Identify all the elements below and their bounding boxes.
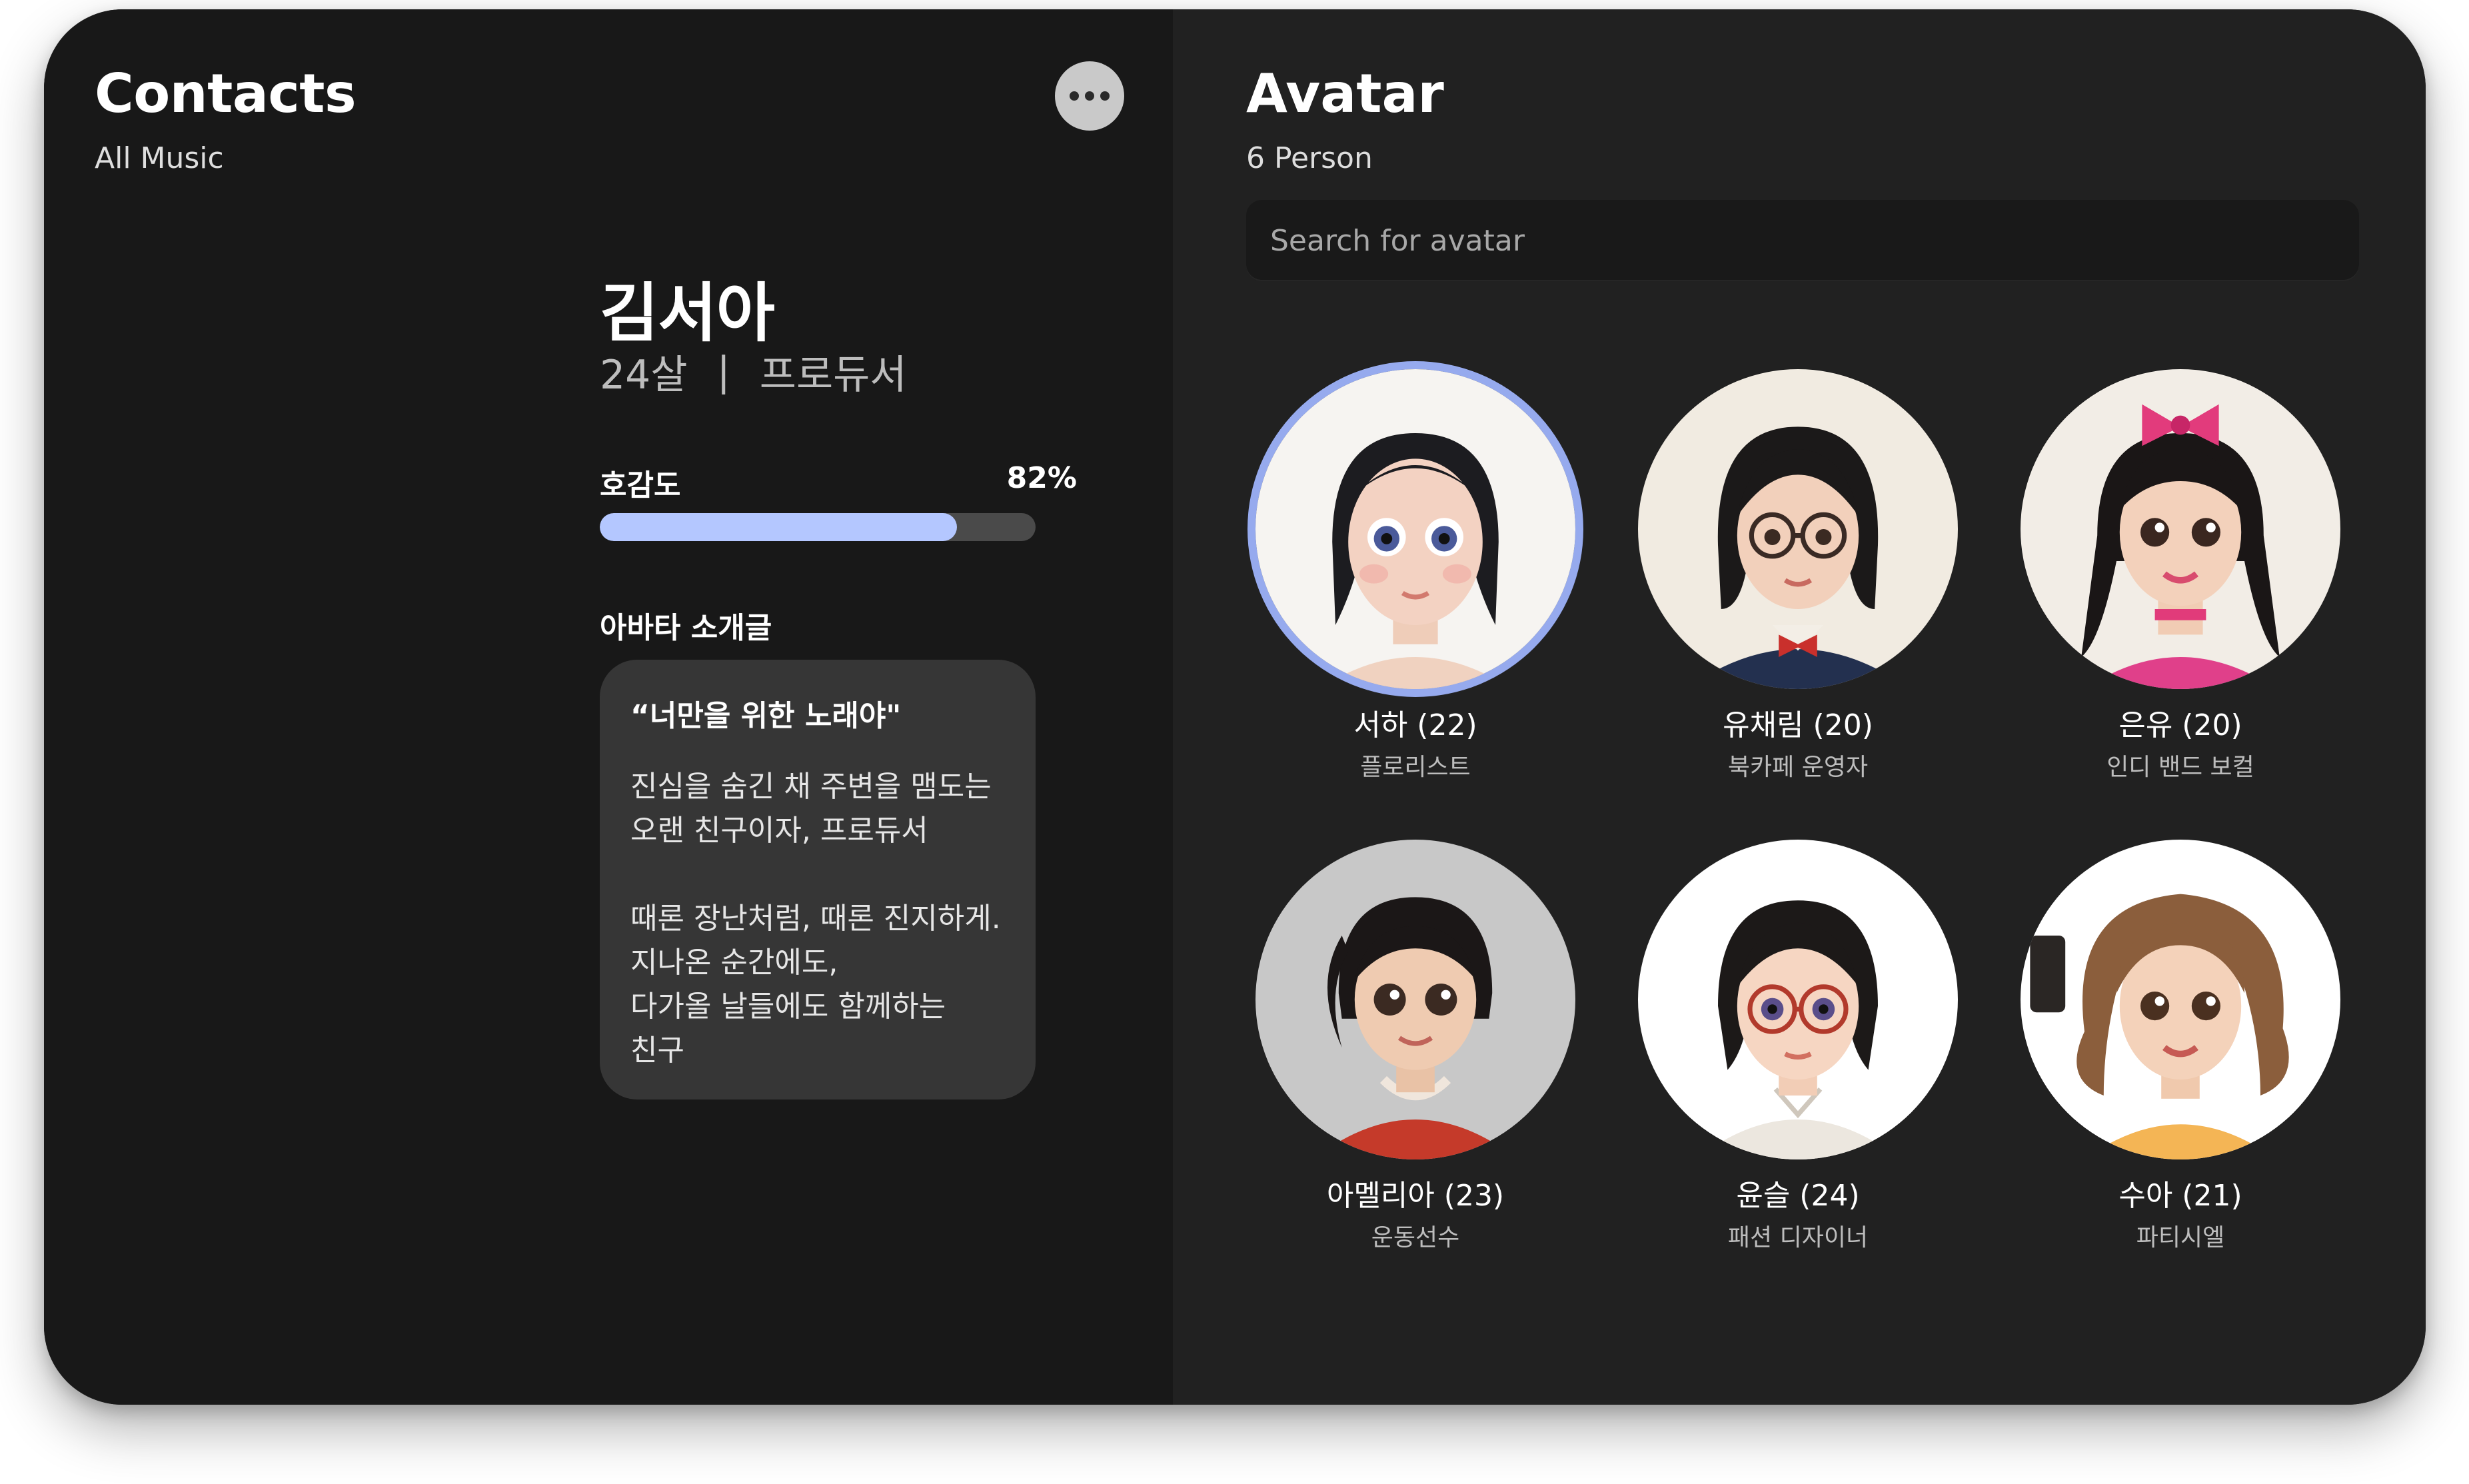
affinity-progress-fill: [600, 513, 958, 541]
avatar-search-box: [1246, 200, 2359, 281]
intro-line: 진심을 숨긴 채 주변을 맴도는: [630, 770, 992, 804]
intro-quote: “너만을 위한 노래야": [630, 699, 902, 733]
avatar-name: 수아 (21): [2118, 1179, 2242, 1213]
affinity-label: 호감도: [600, 468, 681, 502]
avatar-role: 운동선수: [1371, 1224, 1460, 1251]
app-window: Contacts All Music 김서아 24살 | 프로듀서 호감도 82…: [44, 9, 2426, 1405]
avatar: [1255, 840, 1575, 1159]
intro-heading: 아바타 소개글: [600, 611, 772, 645]
more-options-button[interactable]: [1055, 61, 1124, 131]
avatar: [2021, 840, 2340, 1159]
contacts-pane: Contacts All Music 김서아 24살 | 프로듀서 호감도 82…: [44, 9, 1173, 1405]
affinity-progress-bar: [600, 513, 1036, 541]
avatar-card-amelia[interactable]: 아멜리아 (23) 운동선수: [1255, 840, 1575, 1253]
contacts-title: Contacts: [95, 63, 357, 125]
avatar-name: 유채림 (20): [1723, 708, 1873, 742]
avatar-portrait-seoha: [1255, 369, 1575, 689]
avatar-portrait-yuchaerim: [1638, 369, 1958, 689]
avatar-card-yunseul[interactable]: 윤슬 (24) 패션 디자이너: [1638, 840, 1958, 1253]
avatar: [1255, 369, 1575, 689]
avatar-portrait-sua: [2021, 840, 2340, 1159]
profile-meta: 24살 | 프로듀서: [600, 343, 907, 400]
profile-name: 김서아: [600, 276, 775, 351]
avatar-role: 파티시엘: [2136, 1224, 2225, 1251]
avatar: [1638, 369, 1958, 689]
avatar-card-seoha[interactable]: 서하 (22) 플로리스트: [1255, 369, 1575, 782]
avatar-title: Avatar: [1246, 63, 1444, 125]
intro-line: 다가올 날들에도 함께하는: [630, 990, 946, 1024]
intro-card: “너만을 위한 노래야" 진심을 숨긴 채 주변을 맴도는 오랜 친구이자, 프…: [600, 660, 1036, 1100]
avatar: [1638, 840, 1958, 1159]
avatar-name: 윤슬 (24): [1736, 1179, 1860, 1213]
avatar-role: 플로리스트: [1360, 754, 1471, 781]
avatar: [2021, 369, 2340, 689]
profile-age: 24살: [600, 352, 688, 398]
avatar-card-eunyu[interactable]: 은유 (20) 인디 밴드 보컬: [2021, 369, 2340, 782]
profile-job: 프로듀서: [759, 352, 907, 398]
avatar-card-yuchaerim[interactable]: 유채림 (20) 북카페 운영자: [1638, 369, 1958, 782]
intro-line: 때론 장난처럼, 때론 진지하게.: [630, 902, 1001, 936]
avatar-search-input[interactable]: [1246, 200, 2359, 281]
more-horizontal-icon-dot: [1100, 91, 1110, 101]
avatar-role: 인디 밴드 보컬: [2106, 754, 2254, 781]
avatar-card-sua[interactable]: 수아 (21) 파티시엘: [2021, 840, 2340, 1253]
intro-line: 친구: [630, 1034, 684, 1068]
contacts-subtitle: All Music: [95, 141, 224, 175]
avatar-name: 아멜리아 (23): [1326, 1179, 1505, 1213]
avatar-role: 패션 디자이너: [1727, 1224, 1869, 1251]
intro-line: 지나온 순간에도,: [630, 946, 838, 980]
avatar-name: 서하 (22): [1353, 708, 1477, 742]
more-horizontal-icon: [1070, 91, 1079, 101]
intro-line: 오랜 친구이자, 프로듀서: [630, 814, 928, 848]
avatar-portrait-yunseul: [1638, 840, 1958, 1159]
avatar-portrait-amelia: [1255, 840, 1575, 1159]
more-horizontal-icon-dot: [1085, 91, 1094, 101]
affinity-value: 82%: [1006, 461, 1077, 495]
avatar-count: 6 Person: [1246, 141, 1373, 175]
avatar-portrait-eunyu: [2021, 369, 2340, 689]
avatar-name: 은유 (20): [2118, 708, 2242, 742]
intro-line: [630, 853, 1005, 897]
avatar-pane: Avatar 6 Person Search for avatar 서하 (22…: [1173, 9, 2426, 1405]
avatar-role: 북카페 운영자: [1727, 754, 1869, 781]
meta-separator: |: [716, 348, 730, 395]
